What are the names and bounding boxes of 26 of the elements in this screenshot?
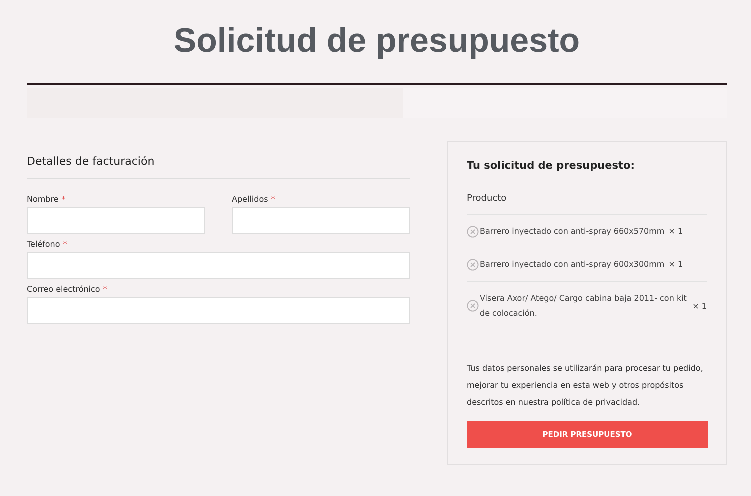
product-name: Barrero inyectado con anti-spray 660x570mm bbox=[480, 226, 665, 238]
input-field[interactable] bbox=[232, 207, 410, 234]
privacy-text: Tus datos personales se utilizarán para procesar tu pedido, mejorar tu experiencia en esta web y otros propósitos descritos en nuestra política de privacidad. bbox=[467, 363, 704, 409]
page-title: Solicitud de presupuesto bbox=[172, 21, 582, 62]
panel-heading: Tu solicitud de presupuesto: bbox=[467, 160, 636, 172]
field-label: Apellidos bbox=[232, 195, 268, 204]
required-mark: * bbox=[62, 195, 66, 204]
input-field[interactable] bbox=[27, 207, 205, 234]
input-field[interactable] bbox=[27, 252, 410, 279]
required-mark: * bbox=[63, 240, 68, 249]
product-quantity: × 1 bbox=[692, 302, 707, 310]
section-heading: Detalles de facturación bbox=[27, 155, 410, 179]
required-mark: * bbox=[271, 195, 276, 204]
product-quantity: × 1 bbox=[668, 227, 684, 236]
product-quantity: × 1 bbox=[668, 260, 684, 269]
remove-icon[interactable] bbox=[467, 258, 479, 270]
input-field[interactable] bbox=[27, 297, 410, 324]
field-label: Correo electrónico bbox=[27, 285, 100, 294]
required-mark: * bbox=[103, 285, 108, 294]
product-name: Barrero inyectado con anti-spray 600x300mm bbox=[480, 259, 665, 271]
field-label: Nombre bbox=[27, 195, 59, 204]
product-name: Visera Axor/ Atego/ Cargo cabina baja 2011- con kit de colocación. bbox=[480, 293, 688, 320]
column-header: Producto bbox=[467, 194, 707, 215]
remove-icon[interactable] bbox=[467, 226, 479, 238]
field-label: Teléfono bbox=[27, 240, 60, 249]
remove-icon[interactable] bbox=[467, 300, 479, 312]
